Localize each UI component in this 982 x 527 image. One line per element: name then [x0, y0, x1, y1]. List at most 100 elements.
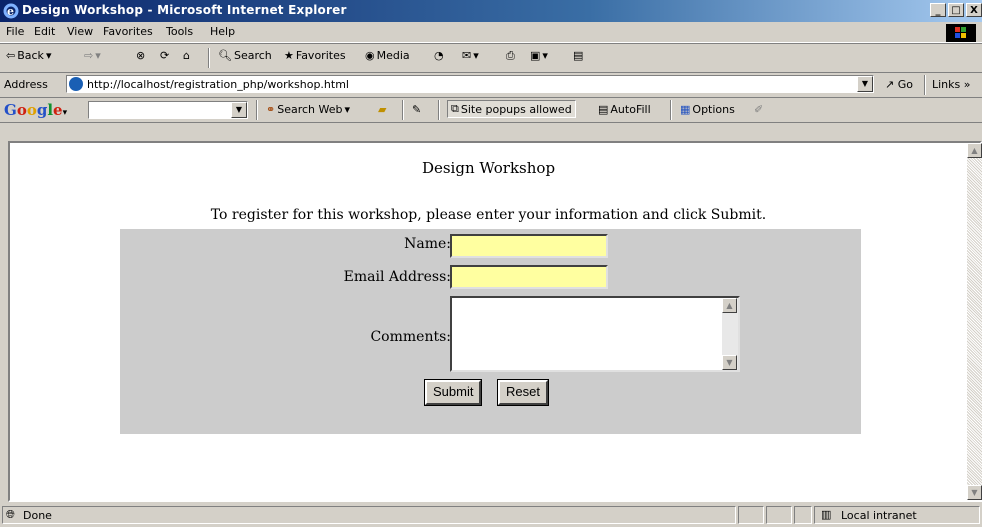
google-logo[interactable]: Google▾	[4, 101, 67, 119]
comments-scrollbar[interactable]: ▲ ▼	[722, 298, 738, 370]
scroll-up-button[interactable]: ▲	[967, 143, 982, 158]
scroll-up-button[interactable]: ▲	[722, 298, 737, 313]
registration-form: Name: Email Address: Comments: ▲ ▼ Submi…	[120, 229, 861, 434]
status-main: 🌐︎ Done	[2, 506, 736, 524]
home-button[interactable]: ⌂	[183, 49, 190, 62]
page-done-icon: 🌐︎	[6, 508, 15, 521]
media-icon: ◉	[365, 49, 375, 62]
menu-favorites[interactable]: Favorites	[103, 25, 153, 38]
google-toolbar: Google▾ ▼ ⚭ Search Web ▾ ▰ ✎ ⧉ Site popu…	[0, 97, 982, 123]
submit-button[interactable]: Submit	[423, 379, 483, 406]
email-label: Email Address:	[343, 269, 451, 285]
windows-logo-icon	[946, 24, 976, 42]
menu-edit[interactable]: Edit	[34, 25, 55, 38]
options-icon: ▦	[680, 103, 691, 116]
page-scrollbar[interactable]: ▲ ▼	[967, 143, 982, 500]
go-button[interactable]: ↗ Go	[885, 78, 913, 91]
search-icon: 🔍︎	[218, 49, 232, 62]
options-button[interactable]: ▦ Options	[680, 103, 735, 116]
comments-label: Comments:	[370, 329, 451, 345]
address-label: Address	[4, 78, 48, 91]
menu-help[interactable]: Help	[210, 25, 235, 38]
chevron-down-icon: ▾	[473, 49, 479, 62]
comments-textarea[interactable]: ▲ ▼	[450, 296, 740, 372]
print-icon: ⎙	[506, 49, 515, 62]
stop-icon: ⊗	[136, 49, 146, 62]
history-button[interactable]: ◔	[434, 49, 444, 62]
binoculars-icon: ⚭	[266, 103, 276, 116]
go-arrow-icon: ↗	[885, 78, 895, 91]
page-content: Design Workshop To register for this wor…	[10, 143, 967, 500]
browser-window: e Design Workshop - Microsoft Internet E…	[0, 0, 982, 527]
status-text: Done	[23, 509, 52, 522]
maximize-button[interactable]: □	[948, 3, 964, 17]
favorites-button[interactable]: ★ Favorites	[284, 49, 346, 62]
highlight-button[interactable]: ✐	[754, 103, 763, 116]
refresh-button[interactable]: ⟳	[160, 49, 169, 62]
page-title: Design Workshop	[421, 159, 556, 177]
status-zone: ▥ Local intranet	[814, 506, 980, 524]
stop-button[interactable]: ⊗	[136, 49, 145, 62]
scroll-down-button[interactable]: ▼	[967, 485, 982, 500]
popup-icon: ⧉	[451, 102, 459, 115]
title-bar[interactable]: e Design Workshop - Microsoft Internet E…	[0, 0, 982, 22]
pagerank-button[interactable]: ✎	[412, 103, 421, 116]
star-icon: ★	[284, 49, 294, 62]
search-web-button[interactable]: ⚭ Search Web ▾	[266, 103, 350, 116]
site-popups-label: Site popups allowed	[460, 102, 572, 116]
window-title: Design Workshop - Microsoft Internet Exp…	[22, 3, 347, 17]
menu-tools[interactable]: Tools	[166, 25, 193, 38]
discuss-button[interactable]: ▤	[573, 49, 583, 62]
chevron-down-icon: ▾	[344, 103, 351, 116]
address-dropdown-button[interactable]: ▼	[857, 76, 873, 92]
autofill-label: AutoFill	[610, 103, 651, 116]
close-button[interactable]: X	[966, 3, 982, 17]
minimize-button[interactable]: _	[930, 3, 946, 17]
address-bar: Address http://localhost/registration_ph…	[0, 72, 982, 98]
print-button[interactable]: ⎙	[506, 49, 515, 63]
forward-button[interactable]: ⇨ ▾	[84, 49, 101, 62]
chevron-down-icon: ▾	[45, 49, 52, 62]
google-search-dropdown[interactable]: ▼	[231, 102, 247, 118]
name-input[interactable]	[450, 234, 608, 258]
menu-view[interactable]: View	[67, 25, 93, 38]
discuss-icon: ▤	[573, 49, 584, 62]
site-popups-allowed-button[interactable]: ⧉ Site popups allowed	[447, 100, 576, 118]
status-cell	[766, 506, 792, 524]
chevron-down-icon: ▾	[95, 49, 101, 62]
forward-arrow-icon: ⇨	[84, 49, 94, 62]
address-url: http://localhost/registration_php/worksh…	[87, 78, 349, 91]
edit-button[interactable]: ▣ ▾	[530, 49, 548, 62]
intro-text: To register for this workshop, please en…	[210, 207, 767, 223]
autofill-button[interactable]: ▤ AutoFill	[598, 103, 651, 116]
edit-icon: ▣	[530, 49, 541, 62]
google-search-input[interactable]: ▼	[88, 101, 248, 119]
zone-text: Local intranet	[841, 509, 917, 522]
standard-toolbar: ⇦ Back ▾ ⇨ ▾ ⊗ ⟳ ⌂ 🔍︎ Search ★ Favorites…	[0, 43, 982, 73]
search-web-label: Search Web	[277, 103, 343, 116]
address-input[interactable]: http://localhost/registration_php/worksh…	[66, 75, 874, 93]
media-button[interactable]: ◉ Media	[365, 49, 410, 62]
options-label: Options	[692, 103, 735, 116]
status-cell	[738, 506, 764, 524]
menu-bar: File Edit View Favorites Tools Help	[0, 22, 982, 43]
favorites-label: Favorites	[295, 49, 346, 62]
search-label: Search	[233, 49, 272, 62]
history-icon: ◔	[434, 49, 444, 62]
back-label: Back	[17, 49, 44, 62]
menu-file[interactable]: File	[6, 25, 24, 38]
folder-icon: ▰	[378, 103, 387, 116]
back-button[interactable]: ⇦ Back ▾	[6, 49, 51, 62]
media-label: Media	[376, 49, 410, 62]
search-button[interactable]: 🔍︎ Search	[218, 49, 272, 62]
chevron-down-icon: ▾	[542, 49, 548, 62]
mail-button[interactable]: ✉ ▾	[462, 49, 479, 62]
links-button[interactable]: Links »	[932, 78, 970, 91]
scroll-down-button[interactable]: ▼	[722, 355, 737, 370]
reset-button[interactable]: Reset	[497, 379, 549, 406]
search-site-button[interactable]: ▰	[378, 103, 386, 116]
autofill-icon: ▤	[598, 103, 609, 116]
pen-icon: ✐	[754, 103, 764, 116]
email-input[interactable]	[450, 265, 608, 289]
back-arrow-icon: ⇦	[6, 49, 16, 62]
